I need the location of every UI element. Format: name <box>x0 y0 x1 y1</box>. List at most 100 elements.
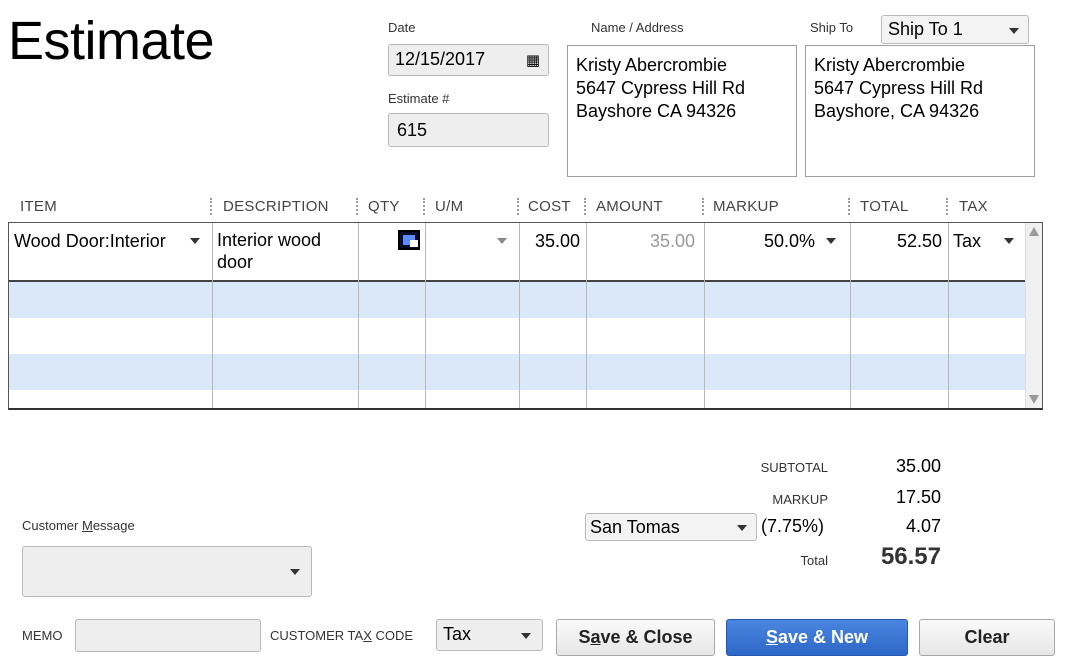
save-new-label: ave & New <box>777 627 869 647</box>
description-line: Interior wood <box>217 230 322 250</box>
ship-to-dropdown[interactable]: Ship To 1 <box>881 15 1029 44</box>
name-address-line: 5647 Cypress Hill Rd <box>576 78 746 98</box>
customer-tax-code-label-accel: X <box>363 628 372 643</box>
subtotal-label: SUBTOTAL <box>760 460 828 475</box>
chevron-down-icon[interactable] <box>497 238 507 244</box>
vertical-scrollbar[interactable] <box>1025 223 1042 408</box>
column-divider <box>850 223 851 408</box>
ship-to-selected: Ship To 1 <box>888 19 963 39</box>
customer-tax-code-label-text: CUSTOMER TA <box>270 628 364 643</box>
col-separator[interactable] <box>848 198 850 215</box>
date-label: Date <box>388 20 416 35</box>
chevron-down-icon[interactable] <box>826 238 836 244</box>
name-address-box[interactable]: Kristy Abercrombie 5647 Cypress Hill Rd … <box>567 45 797 177</box>
col-header-amount[interactable]: AMOUNT <box>596 198 663 215</box>
col-separator[interactable] <box>423 198 425 215</box>
quantity-lookup-icon[interactable] <box>398 230 420 250</box>
table-row[interactable] <box>9 282 1026 318</box>
save-close-label-accel: a <box>590 627 601 647</box>
chevron-down-icon <box>737 525 747 531</box>
cell-tax[interactable]: Tax <box>953 230 981 252</box>
customer-message-label-text: essage <box>92 518 135 533</box>
markup-label: MARKUP <box>772 492 828 507</box>
name-address-line: Kristy Abercrombie <box>576 55 728 75</box>
quantity-lookup-icon-detail <box>410 240 418 247</box>
save-close-label: S <box>578 627 591 647</box>
name-address-label: Name / Address <box>591 20 684 35</box>
scroll-up-icon[interactable] <box>1029 227 1039 236</box>
customer-tax-code-label-text: CODE <box>371 628 414 643</box>
date-field[interactable]: 12/15/2017 ▦ <box>388 44 549 76</box>
column-divider <box>586 223 587 408</box>
customer-tax-code-label: CUSTOMER TAX CODE <box>270 628 413 643</box>
tax-item-dropdown[interactable]: San Tomas <box>585 513 757 541</box>
save-new-button[interactable]: Save & New <box>726 619 908 656</box>
save-close-button[interactable]: Sa ve & Close <box>556 619 715 656</box>
chevron-down-icon <box>290 569 300 575</box>
chevron-down-icon[interactable] <box>190 238 200 244</box>
column-divider <box>948 223 949 408</box>
chevron-down-icon[interactable] <box>1004 238 1014 244</box>
col-header-markup[interactable]: MARKUP <box>713 198 779 215</box>
col-header-cost[interactable]: COST <box>528 198 571 215</box>
cell-markup[interactable]: 50.0% <box>705 230 815 252</box>
customer-message-label-accel: M <box>81 518 93 533</box>
customer-message-label: Customer Message <box>22 518 135 533</box>
column-divider <box>425 223 426 408</box>
calendar-icon[interactable]: ▦ <box>526 51 540 69</box>
save-close-label: ve & Close <box>600 627 693 647</box>
tax-rate: (7.75%) <box>761 516 825 536</box>
col-separator[interactable] <box>210 198 212 215</box>
estimate-number-field[interactable]: 615 <box>388 113 549 147</box>
total-label: Total <box>800 553 828 568</box>
col-separator[interactable] <box>702 198 704 215</box>
table-row[interactable]: Wood Door:Interior Interior wood door 35… <box>9 223 1026 282</box>
clear-button[interactable]: Clear <box>919 619 1055 656</box>
column-divider <box>519 223 520 408</box>
table-row[interactable] <box>9 318 1026 354</box>
scroll-down-icon[interactable] <box>1029 395 1039 404</box>
ship-to-line: Bayshore, CA 94326 <box>814 101 980 121</box>
line-items-table[interactable]: Wood Door:Interior Interior wood door 35… <box>8 222 1043 410</box>
cell-item[interactable]: Wood Door:Interior <box>14 230 166 252</box>
table-row[interactable] <box>9 354 1026 390</box>
table-row[interactable] <box>9 390 1026 408</box>
chevron-down-icon <box>1009 28 1019 34</box>
col-header-description[interactable]: DESCRIPTION <box>223 198 329 215</box>
column-divider <box>212 223 213 408</box>
date-value: 12/15/2017 <box>395 49 486 69</box>
customer-tax-code-dropdown[interactable]: Tax <box>436 619 543 651</box>
column-divider <box>704 223 705 408</box>
subtotal-value: 35.00 <box>895 456 941 476</box>
estimate-number-value: 615 <box>397 120 428 140</box>
col-separator[interactable] <box>946 198 948 215</box>
col-header-qty[interactable]: QTY <box>368 198 400 215</box>
ship-to-box[interactable]: Kristy Abercrombie 5647 Cypress Hill Rd … <box>805 45 1035 177</box>
cell-amount: 35.00 <box>649 231 695 251</box>
col-header-item[interactable]: ITEM <box>20 198 57 215</box>
col-header-um[interactable]: U/M <box>435 198 463 215</box>
customer-message-label-text: Customer <box>22 518 82 533</box>
page-title: Estimate <box>8 11 215 71</box>
estimate-number-label: Estimate # <box>388 91 450 106</box>
cell-description[interactable]: Interior wood door <box>217 229 321 273</box>
customer-tax-code-selected: Tax <box>443 624 472 644</box>
customer-message-dropdown[interactable] <box>22 546 312 597</box>
tax-item-selected: San Tomas <box>590 517 680 537</box>
name-address-line: Bayshore CA 94326 <box>576 101 737 121</box>
description-line: door <box>217 252 254 272</box>
memo-input[interactable] <box>75 619 261 652</box>
col-header-tax[interactable]: TAX <box>959 198 988 215</box>
save-new-label-accel: S <box>765 627 778 647</box>
column-divider <box>358 223 359 408</box>
chevron-down-icon <box>521 633 531 639</box>
col-separator[interactable] <box>584 198 586 215</box>
col-separator[interactable] <box>517 198 519 215</box>
col-separator[interactable] <box>356 198 358 215</box>
col-header-total[interactable]: TOTAL <box>860 198 908 215</box>
memo-label: MEMO <box>22 628 63 643</box>
tax-value: 4.07 <box>905 516 941 536</box>
cell-total[interactable]: 52.50 <box>851 230 942 252</box>
ship-to-label: Ship To <box>810 20 854 35</box>
cell-cost[interactable]: 35.00 <box>520 230 580 252</box>
